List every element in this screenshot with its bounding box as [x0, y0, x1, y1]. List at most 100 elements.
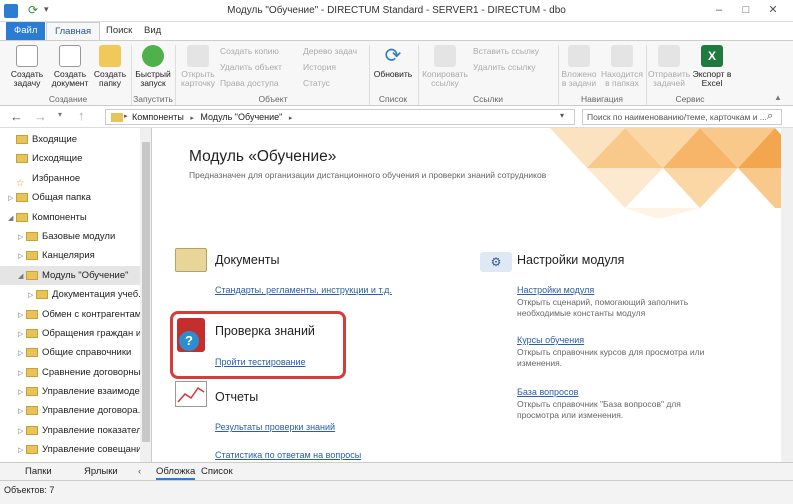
expand-icon[interactable]: ▷: [18, 383, 26, 402]
open-card-button[interactable]: Открыть карточку: [178, 45, 218, 88]
tree-item[interactable]: ▷ Общие справочники: [0, 343, 151, 362]
tab-view[interactable]: Вид: [136, 22, 169, 40]
documents-link[interactable]: Стандарты, регламенты, инструкции и т.д.: [215, 285, 392, 295]
tab-shortcuts[interactable]: Ярлыки: [84, 463, 118, 480]
main-scrollbar[interactable]: [781, 128, 793, 462]
export-excel-button[interactable]: X Экспорт в Excel: [692, 45, 732, 88]
tab-folders[interactable]: Папки: [25, 463, 52, 480]
delete-object-button[interactable]: Удалить объект: [220, 61, 282, 73]
expand-icon[interactable]: ▷: [18, 364, 26, 383]
tree-item-label: Модуль "Обучение": [42, 269, 129, 281]
question-base-link[interactable]: База вопросов: [517, 387, 578, 397]
tree-item[interactable]: ▷ Управление показател...: [0, 421, 151, 440]
tree-item[interactable]: Входящие: [0, 130, 151, 149]
folder-icon: [26, 367, 38, 377]
tab-file[interactable]: Файл: [6, 22, 46, 40]
delete-link-button[interactable]: Удалить ссылку: [473, 61, 535, 73]
tree-item[interactable]: ◢ Компоненты: [0, 208, 151, 227]
maximize-button[interactable]: □: [733, 0, 759, 20]
tree-item[interactable]: Исходящие: [0, 149, 151, 168]
tree-item[interactable]: ◢ Модуль "Обучение": [0, 265, 151, 286]
insert-link-button[interactable]: Вставить ссылку: [473, 45, 539, 57]
chevron-icon: ▸: [288, 115, 293, 122]
breadcrumb-item[interactable]: Модуль "Обучение": [200, 112, 282, 122]
send-icon: [658, 45, 680, 67]
expand-icon[interactable]: ▷: [18, 422, 26, 441]
breadcrumb-item[interactable]: Компоненты: [132, 112, 184, 122]
expand-icon[interactable]: ▷: [18, 344, 26, 363]
collapse-sidebar-icon[interactable]: ‹: [138, 463, 141, 480]
page-subtitle: Предназначен для организации дистанционн…: [189, 170, 547, 180]
tree-item-label: Документация учеб...: [52, 289, 147, 301]
report-results-link[interactable]: Результаты проверки знаний: [215, 422, 335, 432]
minimize-button[interactable]: –: [706, 0, 732, 20]
create-folder-button[interactable]: Создать папку: [92, 45, 128, 88]
chevron-icon: ▸: [190, 115, 194, 122]
tree-item-label: Избранное: [32, 172, 81, 184]
link-icon: [434, 45, 456, 67]
copy-link-button[interactable]: Копировать ссылку: [420, 45, 470, 88]
in-folders-button[interactable]: Находится в папках: [600, 45, 644, 88]
tree-item[interactable]: ▷ Управление совещани...: [0, 440, 151, 459]
test-link[interactable]: Пройти тестирование: [215, 357, 306, 367]
expand-icon[interactable]: ▷: [18, 441, 26, 460]
expand-icon[interactable]: ▷: [18, 247, 26, 266]
courses-link[interactable]: Курсы обучения: [517, 335, 584, 345]
tab-list[interactable]: Список: [201, 463, 233, 480]
folder-icon: [26, 348, 38, 358]
history-dropdown-icon[interactable]: ▾: [58, 110, 62, 119]
search-icon[interactable]: ⌕: [767, 110, 773, 123]
breadcrumb-dropdown-icon[interactable]: ▾: [560, 111, 564, 120]
tab-cover[interactable]: Обложка: [156, 463, 196, 480]
task-tree-button[interactable]: Дерево задач: [303, 45, 357, 57]
status-button[interactable]: Статус: [303, 77, 330, 89]
expand-icon[interactable]: ◢: [8, 209, 16, 228]
tree-item[interactable]: ▷ Обращения граждан и...: [0, 324, 151, 343]
tab-home[interactable]: Главная: [46, 22, 101, 40]
report-stats-link[interactable]: Статистика по ответам на вопросы: [215, 450, 361, 460]
tree-item[interactable]: ▷ Документация учеб...: [0, 285, 151, 304]
tree-item[interactable]: ▷ Управление договора...: [0, 401, 151, 420]
create-task-button[interactable]: Создать задачу: [8, 45, 46, 88]
expand-icon[interactable]: ▷: [18, 306, 26, 325]
question-icon: ?: [179, 331, 199, 351]
close-button[interactable]: ✕: [760, 0, 786, 20]
history-button[interactable]: История: [303, 61, 336, 73]
tree-item[interactable]: ▷ Обмен с контрагентами: [0, 305, 151, 324]
tree-item[interactable]: ▷ Базовые модули: [0, 227, 151, 246]
expand-icon[interactable]: ▷: [18, 402, 26, 421]
settings-icon: ⚙: [480, 252, 512, 272]
scrollbar[interactable]: [140, 128, 151, 462]
tree-item[interactable]: ▷ Общая папка: [0, 188, 151, 207]
scrollbar-thumb[interactable]: [142, 142, 150, 442]
tree-item[interactable]: ☆ Избранное: [0, 169, 151, 189]
folder-icon: [111, 113, 123, 122]
expand-icon[interactable]: ▷: [28, 286, 36, 305]
create-copy-button[interactable]: Создать копию: [220, 45, 279, 57]
tree-item[interactable]: ▷ Управление взаимоде...: [0, 382, 151, 401]
send-task-button[interactable]: Отправить задачей: [648, 45, 690, 88]
question-base-desc: Открыть справочник "База вопросов" для п…: [517, 399, 681, 420]
expand-icon[interactable]: ◢: [18, 267, 26, 286]
access-rights-button[interactable]: Права доступа: [220, 77, 279, 89]
quick-start-button[interactable]: Быстрый запуск: [134, 45, 172, 88]
collapse-ribbon-icon[interactable]: ▲: [774, 93, 782, 102]
module-settings-link[interactable]: Настройки модуля: [517, 285, 594, 295]
tab-search[interactable]: Поиск: [98, 22, 140, 40]
back-icon[interactable]: ←: [10, 109, 23, 124]
nested-in-tasks-button[interactable]: Вложено в задачи: [560, 45, 598, 88]
create-document-button[interactable]: Создать документ: [50, 45, 90, 88]
up-icon[interactable]: ↑: [78, 108, 85, 123]
header-banner: Модуль «Обучение» Предназначен для орган…: [155, 128, 793, 218]
expand-icon[interactable]: ▷: [18, 325, 26, 344]
expand-icon[interactable]: ▷: [18, 228, 26, 247]
group-links-label: Ссылки: [473, 94, 503, 104]
forward-icon[interactable]: →: [34, 109, 47, 124]
refresh-button[interactable]: ⟳ Обновить: [372, 45, 414, 79]
tree-item[interactable]: ▷ Канцелярия: [0, 246, 151, 265]
expand-icon[interactable]: ▷: [8, 189, 16, 208]
search-input[interactable]: Поиск по наименованию/теме, карточкам и …: [582, 109, 782, 125]
tree-item-label: Обмен с контрагентами: [42, 308, 147, 320]
tree-item-label: Сравнение договорны...: [42, 366, 149, 378]
tree-item[interactable]: ▷ Сравнение договорны...: [0, 363, 151, 382]
